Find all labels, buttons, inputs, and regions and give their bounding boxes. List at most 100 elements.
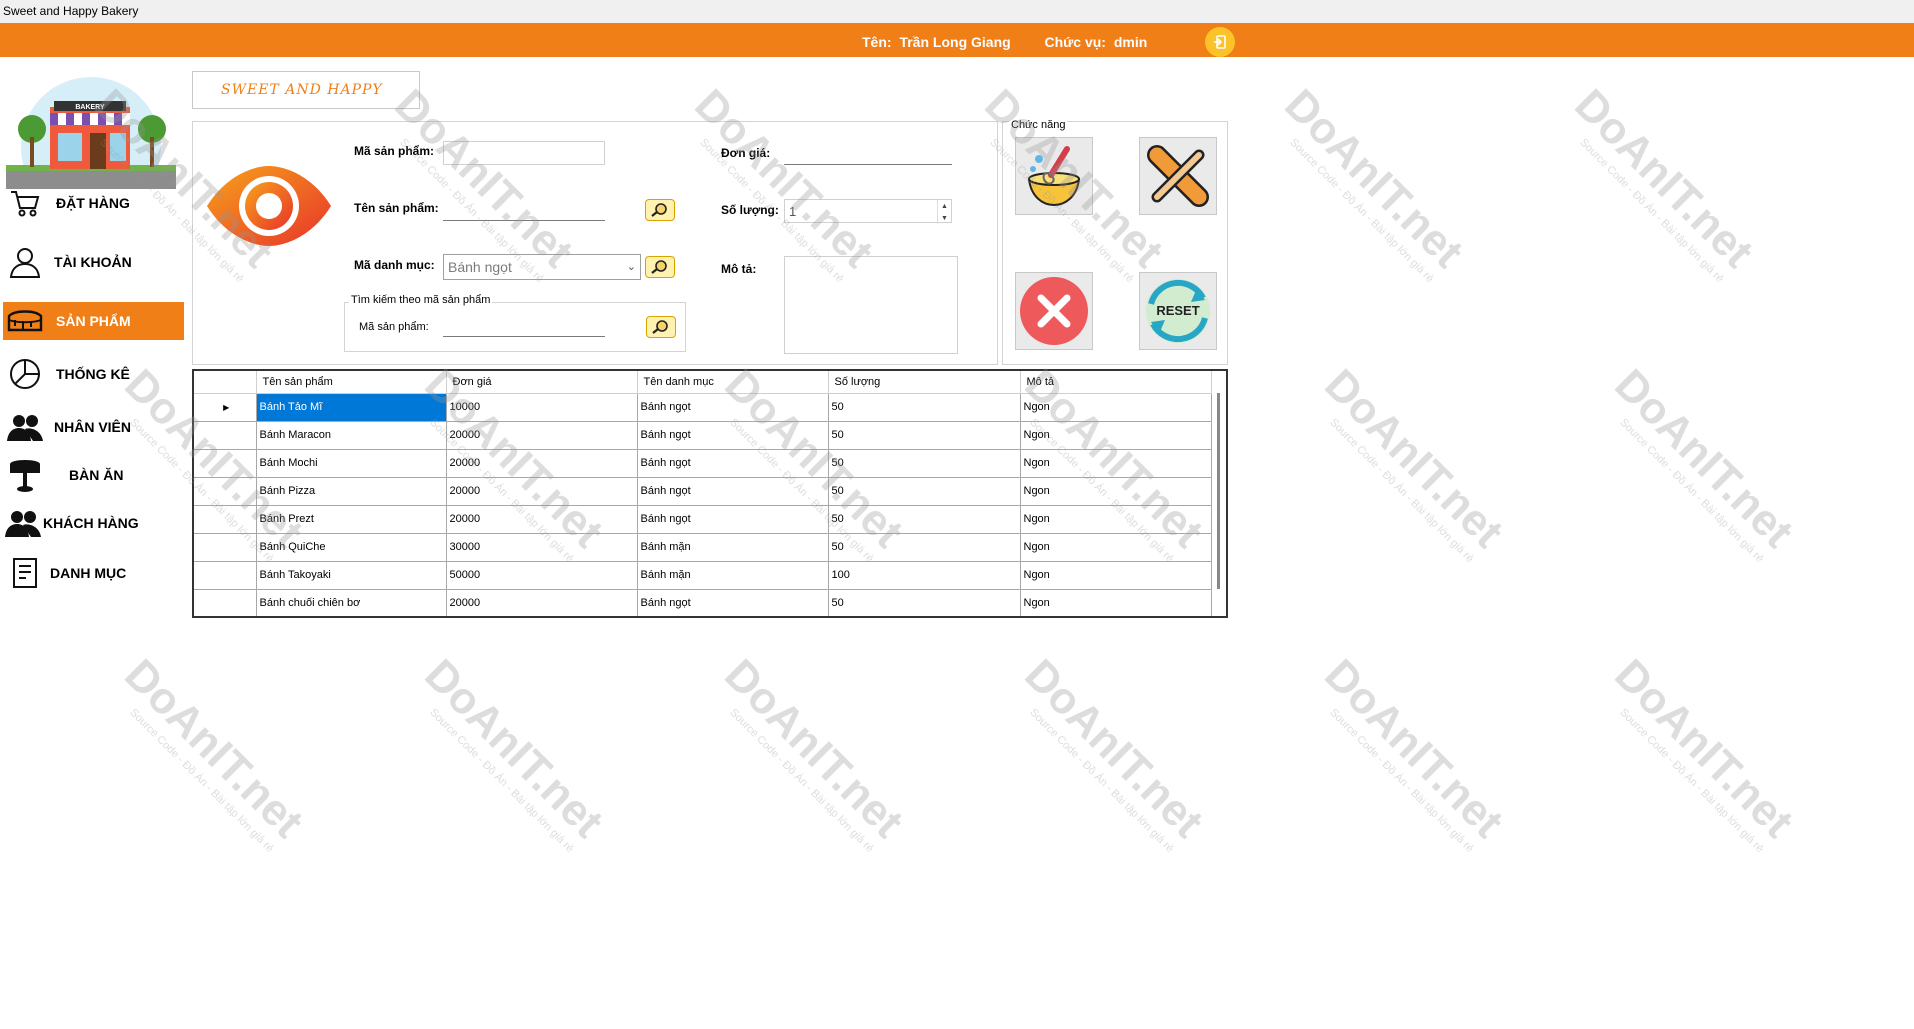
- table-cell[interactable]: Bánh ngọt: [637, 449, 829, 478]
- search-name-button[interactable]: [645, 199, 675, 221]
- table-cell[interactable]: 50: [828, 477, 1021, 506]
- table-cell[interactable]: 50000: [446, 561, 638, 590]
- edit-button[interactable]: [1139, 137, 1217, 215]
- table-cell[interactable]: 20000: [446, 505, 638, 534]
- table-cell[interactable]: Bánh QuiChe: [256, 533, 447, 562]
- reset-label: RESET: [1156, 303, 1199, 318]
- watermark: DoAnIT.net Source Code - Đồ Án - Bài tập …: [1605, 360, 1803, 566]
- reset-button[interactable]: RESET: [1139, 272, 1217, 350]
- table-cell[interactable]: 50: [828, 533, 1021, 562]
- table-cell[interactable]: Bánh Maracon: [256, 421, 447, 450]
- role-value: dmin: [1113, 34, 1148, 50]
- table-cell[interactable]: 50: [828, 505, 1021, 534]
- search-product-id-input[interactable]: [443, 317, 605, 337]
- table-cell[interactable]: 50: [828, 449, 1021, 478]
- table-cell[interactable]: Bánh mặn: [637, 533, 829, 562]
- nav-dat-hang[interactable]: ĐẶT HÀNG: [3, 184, 184, 222]
- table-cell[interactable]: Ngon: [1020, 421, 1212, 450]
- table-cell[interactable]: Bánh ngọt: [637, 477, 829, 506]
- nav-label: DANH MỤC: [50, 565, 127, 581]
- table-cell[interactable]: Ngon: [1020, 589, 1212, 616]
- column-header[interactable]: Đơn giá: [446, 371, 638, 394]
- table-row[interactable]: Bánh Pizza 20000 Bánh ngọt 50 Ngon: [194, 477, 1212, 506]
- table-row[interactable]: Bánh Prezt 20000 Bánh ngọt 50 Ngon: [194, 505, 1212, 534]
- nav-thong-ke[interactable]: THỐNG KÊ: [3, 355, 184, 393]
- column-header[interactable]: Tên danh mục: [637, 371, 829, 394]
- category-combobox[interactable]: Bánh ngọt ⌄: [443, 254, 641, 280]
- add-button[interactable]: [1015, 137, 1093, 215]
- table-cell[interactable]: 100: [828, 561, 1021, 590]
- table-cell[interactable]: Bánh Prezt: [256, 505, 447, 534]
- table-cell[interactable]: Bánh Mochi: [256, 449, 447, 478]
- table-cell[interactable]: Ngon: [1020, 561, 1212, 590]
- table-cell[interactable]: Bánh ngọt: [637, 393, 829, 422]
- quantity-stepper[interactable]: 1 ▲ ▼: [784, 199, 952, 224]
- nav-label: SẢN PHẨM: [56, 313, 131, 329]
- table-cell[interactable]: Ngon: [1020, 449, 1212, 478]
- table-cell[interactable]: 20000: [446, 421, 638, 450]
- table-cell[interactable]: Bánh ngọt: [637, 589, 829, 616]
- table-cell[interactable]: Ngon: [1020, 393, 1212, 422]
- logout-button[interactable]: [1205, 27, 1235, 57]
- table-cell[interactable]: 50: [828, 589, 1021, 616]
- row-header[interactable]: [194, 449, 257, 478]
- table-cell[interactable]: 30000: [446, 533, 638, 562]
- nav-khach-hang[interactable]: KHÁCH HÀNG: [3, 504, 184, 542]
- table-cell[interactable]: 50: [828, 393, 1021, 422]
- table-row[interactable]: Bánh Mochi 20000 Bánh ngọt 50 Ngon: [194, 449, 1212, 478]
- row-header[interactable]: [194, 533, 257, 562]
- nav-nhan-vien[interactable]: NHÂN VIÊN: [3, 408, 184, 446]
- table-cell[interactable]: Bánh ngọt: [637, 421, 829, 450]
- window-title: Sweet and Happy Bakery: [0, 0, 1914, 23]
- pie-chart-icon: [3, 355, 47, 393]
- price-input[interactable]: [784, 141, 952, 165]
- table-cell[interactable]: 20000: [446, 589, 638, 616]
- eye-logo-icon: [207, 166, 331, 246]
- row-header[interactable]: [194, 421, 257, 450]
- reset-icon: RESET: [1146, 279, 1210, 343]
- table-row[interactable]: Bánh Takoyaki 50000 Bánh mặn 100 Ngon: [194, 561, 1212, 590]
- nav-tai-khoan[interactable]: TÀI KHOẢN: [3, 243, 184, 281]
- vertical-scrollbar[interactable]: [1217, 393, 1220, 589]
- table-cell[interactable]: Bánh mặn: [637, 561, 829, 590]
- nav-label: THỐNG KÊ: [56, 366, 130, 382]
- table-cell[interactable]: 20000: [446, 477, 638, 506]
- search-category-button[interactable]: [645, 256, 675, 278]
- sidebar: BAKERY ĐẶT HÀNG TÀI KHOẢN SẢN PHẨM THỐNG…: [0, 57, 186, 1029]
- table-row[interactable]: Bánh Maracon 20000 Bánh ngọt 50 Ngon: [194, 421, 1212, 450]
- row-header[interactable]: [194, 589, 257, 616]
- table-cell[interactable]: Ngon: [1020, 477, 1212, 506]
- search-id-button[interactable]: [646, 316, 676, 338]
- row-header[interactable]: [194, 505, 257, 534]
- column-header[interactable]: Tên sản phẩm: [256, 371, 447, 394]
- watermark: DoAnIT.net Source Code - Đồ Án - Bài tập …: [1275, 80, 1473, 286]
- table-cell[interactable]: Bánh ngọt: [637, 505, 829, 534]
- product-grid[interactable]: Tên sản phẩm Đơn giá Tên danh mục Số lượ…: [192, 369, 1228, 618]
- table-cell[interactable]: Ngon: [1020, 533, 1212, 562]
- table-cell[interactable]: Bánh Takoyaki: [256, 561, 447, 590]
- description-textarea[interactable]: [784, 256, 958, 354]
- nav-san-pham[interactable]: SẢN PHẨM: [3, 302, 184, 340]
- stepper-arrows[interactable]: ▲ ▼: [937, 200, 951, 224]
- table-cell[interactable]: Bánh chuối chiên bơ: [256, 589, 447, 616]
- product-name-input[interactable]: [443, 197, 605, 221]
- nav-ban-an[interactable]: BÀN ĂN: [3, 456, 184, 494]
- delete-button[interactable]: [1015, 272, 1093, 350]
- table-cell[interactable]: 50: [828, 421, 1021, 450]
- table-row[interactable]: Bánh chuối chiên bơ 20000 Bánh ngọt 50 N…: [194, 589, 1212, 616]
- table-cell[interactable]: Ngon: [1020, 505, 1212, 534]
- row-header[interactable]: [194, 477, 257, 506]
- table-cell[interactable]: Bánh Tảo Mĩ: [256, 393, 447, 422]
- table-cell[interactable]: 20000: [446, 449, 638, 478]
- column-header[interactable]: Mô tả: [1020, 371, 1212, 394]
- nav-label: BÀN ĂN: [69, 467, 124, 483]
- product-id-input[interactable]: [443, 141, 605, 165]
- table-row[interactable]: Bánh QuiChe 30000 Bánh mặn 50 Ngon: [194, 533, 1212, 562]
- table-cell[interactable]: Bánh Pizza: [256, 477, 447, 506]
- product-table: Tên sản phẩm Đơn giá Tên danh mục Số lượ…: [194, 371, 1212, 616]
- column-header[interactable]: Số lượng: [828, 371, 1021, 394]
- table-cell[interactable]: 10000: [446, 393, 638, 422]
- nav-danh-muc[interactable]: DANH MỤC: [3, 554, 184, 592]
- row-header[interactable]: [194, 561, 257, 590]
- table-row[interactable]: ▶ Bánh Tảo Mĩ 10000 Bánh ngọt 50 Ngon: [194, 393, 1212, 422]
